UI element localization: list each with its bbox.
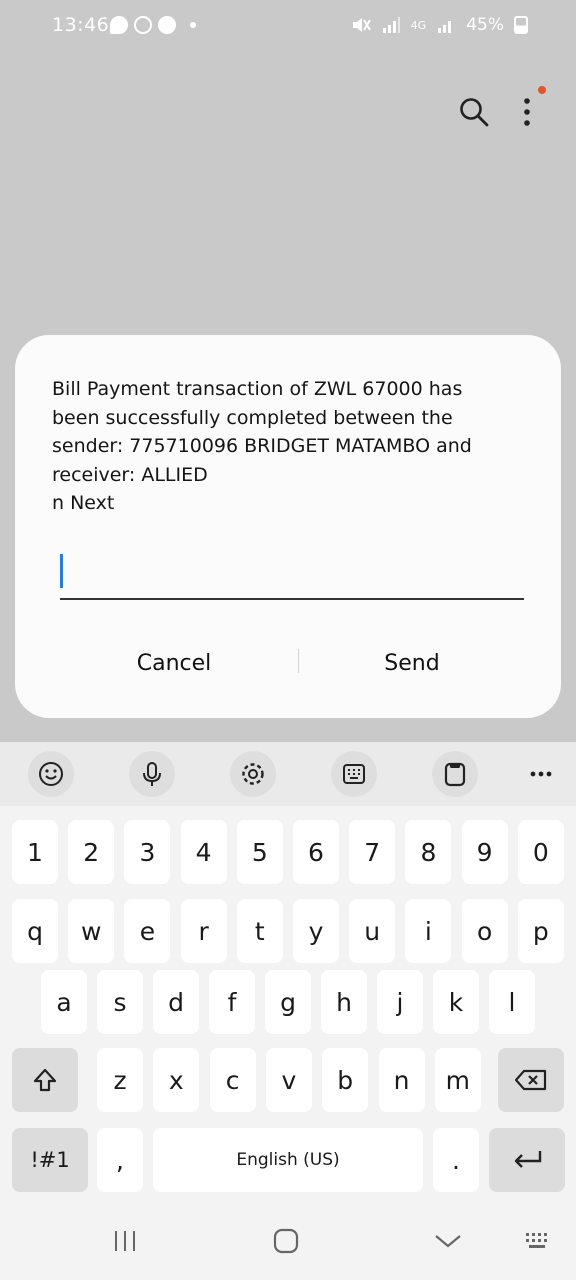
key-a[interactable]: a <box>41 970 87 1034</box>
key-0[interactable]: 0 <box>517 820 564 884</box>
cancel-button[interactable]: Cancel <box>69 635 279 691</box>
key-m[interactable]: m <box>434 1048 481 1112</box>
status-time: 13:46 <box>52 14 110 36</box>
sync-icon <box>134 16 152 34</box>
key-w[interactable]: w <box>68 899 115 963</box>
key-6[interactable]: 6 <box>293 820 339 884</box>
period-key[interactable]: . <box>433 1128 479 1192</box>
ussd-dialog: Bill Payment transaction of ZWL 67000 ha… <box>15 335 561 718</box>
dot-icon <box>190 22 196 28</box>
comma-key[interactable]: , <box>97 1128 143 1192</box>
symbols-key[interactable]: !#1 <box>12 1128 88 1192</box>
key-f[interactable]: f <box>209 970 255 1034</box>
search-icon <box>460 98 489 127</box>
shift-key[interactable] <box>12 1048 78 1112</box>
status-bar: 13:46 4G 45% <box>0 0 576 54</box>
key-s[interactable]: s <box>97 970 143 1034</box>
back-button[interactable] <box>430 1226 466 1256</box>
key-u[interactable]: u <box>349 899 396 963</box>
key-e[interactable]: e <box>124 899 171 963</box>
more-horiz-icon <box>530 771 552 777</box>
notification-dot <box>538 86 546 94</box>
emoji-button[interactable] <box>28 751 74 797</box>
key-7[interactable]: 7 <box>349 820 396 884</box>
clipboard-icon <box>444 762 466 787</box>
button-divider <box>298 649 299 673</box>
search-button[interactable] <box>454 92 494 132</box>
battery-icon <box>514 16 528 34</box>
navigation-bar <box>0 1202 576 1280</box>
keypad-button[interactable] <box>331 751 377 797</box>
send-button[interactable]: Send <box>307 635 517 691</box>
key-r[interactable]: r <box>180 899 227 963</box>
backspace-icon <box>514 1069 547 1091</box>
key-d[interactable]: d <box>153 970 199 1034</box>
key-4[interactable]: 4 <box>180 820 227 884</box>
backspace-key[interactable] <box>498 1048 564 1112</box>
mute-icon <box>352 18 371 32</box>
key-c[interactable]: c <box>209 1048 256 1112</box>
text-cursor <box>60 554 63 588</box>
more-vert-icon <box>524 98 530 126</box>
key-x[interactable]: x <box>153 1048 200 1112</box>
key-b[interactable]: b <box>322 1048 369 1112</box>
key-g[interactable]: g <box>265 970 311 1034</box>
network-type: 4G <box>410 18 427 32</box>
key-9[interactable]: 9 <box>461 820 508 884</box>
signal-icon <box>382 17 400 33</box>
key-v[interactable]: v <box>265 1048 312 1112</box>
account-icon <box>158 16 176 34</box>
back-icon <box>435 1235 461 1248</box>
home-icon <box>273 1228 299 1254</box>
emoji-icon <box>39 762 63 786</box>
recents-button[interactable] <box>108 1226 142 1256</box>
key-y[interactable]: y <box>293 899 339 963</box>
key-8[interactable]: 8 <box>405 820 452 884</box>
signal-icon-2 <box>438 21 452 33</box>
key-i[interactable]: i <box>405 899 452 963</box>
key-l[interactable]: l <box>489 970 535 1034</box>
dialog-message: Bill Payment transaction of ZWL 67000 ha… <box>52 378 472 514</box>
key-5[interactable]: 5 <box>236 820 283 884</box>
enter-icon <box>514 1151 542 1168</box>
recents-icon <box>115 1231 135 1251</box>
chat-icon <box>110 16 128 34</box>
space-key[interactable]: English (US) <box>153 1128 423 1192</box>
hide-keyboard-button[interactable] <box>520 1226 556 1256</box>
more-tools-button[interactable] <box>518 751 564 797</box>
mic-icon <box>143 762 161 786</box>
keyboard-settings-button[interactable] <box>230 751 276 797</box>
key-k[interactable]: k <box>433 970 479 1034</box>
notification-icons <box>110 16 196 34</box>
system-indicators: 4G 45% <box>351 15 528 35</box>
response-input[interactable] <box>60 550 524 600</box>
settings-icon <box>242 763 264 785</box>
more-options-button[interactable] <box>507 92 547 132</box>
keyboard: 1234567890 qwertyuiop asdfghjkl zxcvbnm … <box>0 742 576 1202</box>
key-2[interactable]: 2 <box>68 820 115 884</box>
clipboard-button[interactable] <box>432 751 478 797</box>
key-1[interactable]: 1 <box>12 820 58 884</box>
battery-percent: 45% <box>466 15 504 35</box>
key-3[interactable]: 3 <box>124 820 171 884</box>
key-t[interactable]: t <box>236 899 283 963</box>
enter-key[interactable] <box>489 1128 565 1192</box>
keyboard-toolbar <box>0 742 576 806</box>
key-q[interactable]: q <box>12 899 58 963</box>
key-j[interactable]: j <box>377 970 423 1034</box>
key-z[interactable]: z <box>97 1048 143 1112</box>
home-button[interactable] <box>268 1226 304 1256</box>
key-h[interactable]: h <box>321 970 367 1034</box>
key-n[interactable]: n <box>378 1048 425 1112</box>
shift-icon <box>33 1068 57 1092</box>
voice-input-button[interactable] <box>129 751 175 797</box>
key-p[interactable]: p <box>517 899 564 963</box>
keyboard-hide-icon <box>526 1233 547 1248</box>
keypad-icon <box>343 764 365 784</box>
key-o[interactable]: o <box>461 899 508 963</box>
